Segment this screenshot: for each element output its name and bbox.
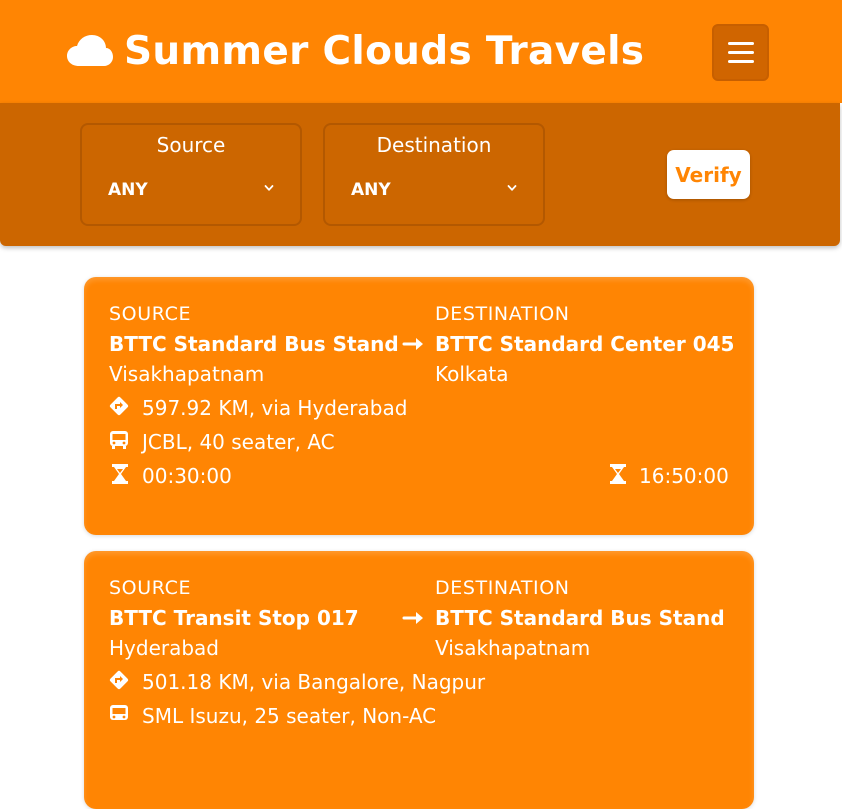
destination-name: BTTC Standard Bus Stand bbox=[435, 606, 725, 630]
source-caption: SOURCE bbox=[109, 577, 192, 599]
bus-icon bbox=[110, 705, 128, 720]
departure-time: 00:30:00 bbox=[142, 464, 232, 488]
route-icon bbox=[109, 396, 129, 416]
destination-caption: DESTINATION bbox=[435, 577, 570, 599]
verify-button[interactable]: Verify bbox=[667, 150, 750, 199]
menu-button[interactable] bbox=[712, 24, 769, 81]
source-select[interactable]: Source ANY bbox=[80, 123, 302, 226]
cloud-icon bbox=[67, 35, 113, 66]
destination-select-value: ANY bbox=[351, 180, 391, 200]
route-info: 501.18 KM, via Bangalore, Nagpur bbox=[142, 670, 486, 694]
source-city: Hyderabad bbox=[109, 636, 219, 660]
arrow-right-icon bbox=[402, 612, 423, 624]
source-caption: SOURCE bbox=[109, 303, 192, 325]
source-select-label: Source bbox=[156, 133, 226, 157]
source-name: BTTC Standard Bus Stand bbox=[109, 332, 399, 356]
source-name: BTTC Transit Stop 017 bbox=[109, 606, 359, 630]
bus-info: JCBL, 40 seater, AC bbox=[142, 430, 335, 454]
destination-select-label: Destination bbox=[376, 133, 492, 157]
route-icon bbox=[109, 670, 129, 690]
chevron-down-icon bbox=[264, 185, 274, 191]
arrival-time: 16:50:00 bbox=[639, 464, 729, 488]
app-title: Summer Clouds Travels bbox=[124, 28, 645, 74]
route-info: 597.92 KM, via Hyderabad bbox=[142, 396, 408, 420]
source-city: Visakhapatnam bbox=[109, 362, 265, 386]
hourglass-icon bbox=[112, 464, 128, 484]
brand[interactable]: Summer Clouds Travels bbox=[66, 24, 644, 78]
destination-caption: DESTINATION bbox=[435, 303, 570, 325]
source-select-value: ANY bbox=[108, 180, 148, 200]
bus-info: SML Isuzu, 25 seater, Non-AC bbox=[142, 704, 437, 728]
filter-bar: Source ANY Destination ANY Verify bbox=[0, 103, 840, 246]
destination-select[interactable]: Destination ANY bbox=[323, 123, 545, 226]
trip-card[interactable]: SOURCE BTTC Transit Stop 017 Hyderabad D… bbox=[84, 551, 754, 809]
app-header: Summer Clouds Travels bbox=[0, 0, 842, 103]
destination-city: Kolkata bbox=[435, 362, 509, 386]
bus-icon bbox=[110, 431, 128, 449]
hamburger-icon-line bbox=[727, 60, 754, 63]
hamburger-icon-line bbox=[727, 51, 754, 54]
arrow-right-icon bbox=[402, 338, 423, 350]
trip-card[interactable]: SOURCE BTTC Standard Bus Stand Visakhapa… bbox=[84, 277, 754, 535]
destination-name: BTTC Standard Center 045 bbox=[435, 332, 735, 356]
chevron-down-icon bbox=[507, 185, 517, 191]
hourglass-icon bbox=[610, 464, 626, 484]
destination-city: Visakhapatnam bbox=[435, 636, 591, 660]
hamburger-icon bbox=[727, 42, 754, 45]
